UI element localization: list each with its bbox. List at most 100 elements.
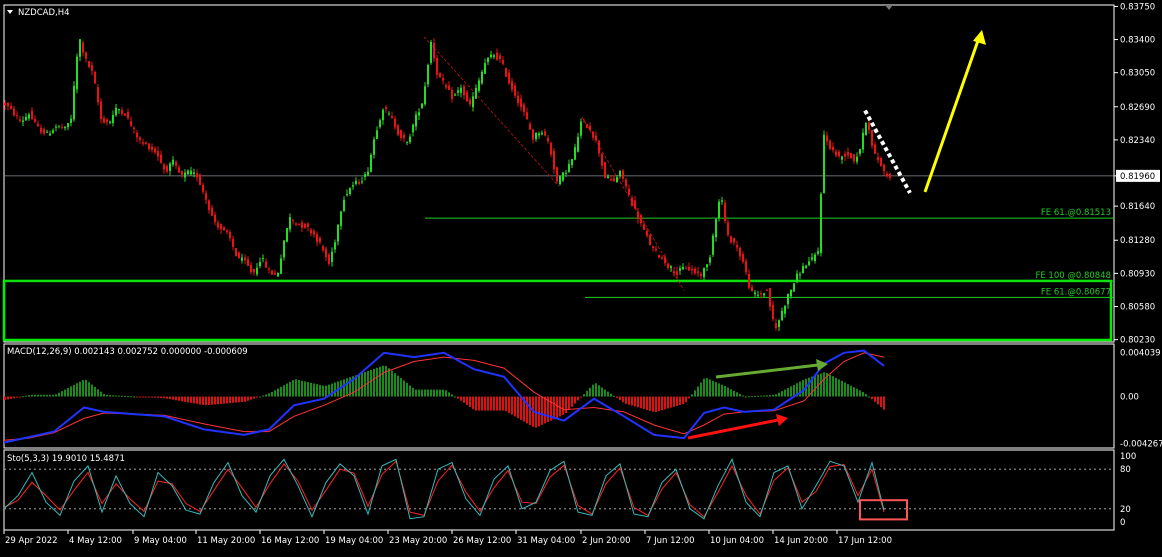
macd-histogram-bar[interactable] [571, 396, 573, 407]
macd-histogram-bar[interactable] [598, 385, 600, 397]
price-candle[interactable] [64, 126, 66, 129]
macd-histogram-bar[interactable] [79, 381, 81, 397]
price-candle[interactable] [4, 103, 6, 106]
macd-histogram-bar[interactable] [847, 384, 849, 397]
price-candle[interactable] [298, 223, 300, 226]
macd-histogram-bar[interactable] [151, 396, 153, 398]
price-candle[interactable] [664, 257, 666, 264]
price-candle[interactable] [322, 246, 324, 251]
price-candle[interactable] [607, 176, 609, 178]
price-candle[interactable] [868, 122, 870, 131]
macd-panel[interactable] [3, 349, 885, 444]
price-candle[interactable] [19, 119, 21, 121]
macd-histogram-bar[interactable] [118, 395, 120, 397]
price-candle[interactable] [214, 214, 216, 223]
macd-histogram-bar[interactable] [394, 373, 396, 397]
macd-histogram-bar[interactable] [142, 396, 144, 398]
price-candle[interactable] [58, 125, 60, 127]
price-candle[interactable] [91, 65, 93, 71]
price-candle[interactable] [451, 89, 453, 99]
macd-histogram-bar[interactable] [808, 377, 810, 397]
macd-histogram-bar[interactable] [769, 395, 771, 397]
macd-histogram-bar[interactable] [292, 380, 294, 397]
macd-histogram-bar[interactable] [799, 381, 801, 397]
macd-histogram-bar[interactable] [499, 396, 501, 411]
macd-histogram-bar[interactable] [391, 370, 393, 397]
macd-histogram-bar[interactable] [157, 396, 159, 398]
price-candle[interactable] [517, 95, 519, 104]
macd-histogram-bar[interactable] [664, 396, 666, 410]
macd-histogram-bar[interactable] [316, 384, 318, 397]
price-candle[interactable] [34, 119, 36, 122]
macd-histogram-bar[interactable] [241, 396, 243, 403]
price-candle[interactable] [634, 200, 636, 209]
macd-histogram-bar[interactable] [589, 387, 591, 397]
price-candle[interactable] [163, 164, 165, 170]
price-candle[interactable] [619, 171, 621, 176]
macd-histogram-bar[interactable] [154, 396, 156, 398]
price-candle[interactable] [622, 170, 624, 179]
price-candle[interactable] [436, 58, 438, 75]
macd-histogram-bar[interactable] [277, 388, 279, 397]
macd-histogram-bar[interactable] [139, 396, 141, 398]
price-candle[interactable] [292, 219, 294, 221]
price-candle[interactable] [331, 251, 333, 263]
price-candle[interactable] [316, 234, 318, 242]
macd-histogram-bar[interactable] [232, 396, 234, 403]
price-candle[interactable] [565, 172, 567, 174]
macd-histogram-bar[interactable] [772, 394, 774, 397]
price-candle[interactable] [766, 289, 768, 291]
macd-histogram-bar[interactable] [22, 396, 24, 398]
macd-histogram-bar[interactable] [694, 390, 696, 397]
macd-histogram-bar[interactable] [724, 386, 726, 397]
macd-histogram-bar[interactable] [163, 396, 165, 399]
macd-histogram-bar[interactable] [844, 382, 846, 397]
price-candle[interactable] [586, 124, 588, 128]
macd-histogram-bar[interactable] [691, 394, 693, 397]
price-candle[interactable] [373, 139, 375, 155]
macd-histogram-bar[interactable] [505, 396, 507, 412]
macd-histogram-bar[interactable] [187, 396, 189, 403]
price-candle[interactable] [139, 137, 141, 140]
macd-histogram-bar[interactable] [88, 382, 90, 397]
price-candle[interactable] [220, 223, 222, 230]
macd-histogram-bar[interactable] [247, 396, 249, 401]
price-candle[interactable] [88, 61, 90, 67]
price-candle[interactable] [355, 180, 357, 184]
price-candle[interactable] [145, 142, 147, 145]
macd-histogram-bar[interactable] [775, 394, 777, 397]
macd-histogram-bar[interactable] [445, 390, 447, 397]
macd-histogram-bar[interactable] [10, 396, 12, 399]
macd-histogram-bar[interactable] [643, 396, 645, 410]
macd-histogram-bar[interactable] [880, 396, 882, 408]
macd-histogram-bar[interactable] [40, 394, 42, 397]
price-candle[interactable] [784, 305, 786, 314]
price-candle[interactable] [778, 320, 780, 328]
price-candle[interactable] [856, 156, 858, 162]
price-candle[interactable] [628, 188, 630, 195]
price-candle[interactable] [430, 41, 432, 63]
macd-histogram-bar[interactable] [856, 388, 858, 397]
price-candle[interactable] [559, 175, 561, 185]
price-candle[interactable] [736, 245, 738, 248]
price-candle[interactable] [265, 261, 267, 268]
price-candle[interactable] [40, 127, 42, 133]
price-candle[interactable] [505, 68, 507, 77]
macd-histogram-bar[interactable] [763, 395, 765, 397]
macd-histogram-bar[interactable] [853, 387, 855, 397]
price-candle[interactable] [694, 268, 696, 274]
price-candle[interactable] [718, 201, 720, 219]
macd-histogram-bar[interactable] [628, 396, 630, 405]
price-candle[interactable] [832, 146, 834, 150]
price-candle[interactable] [268, 268, 270, 270]
price-candle[interactable] [184, 172, 186, 178]
macd-histogram-bar[interactable] [145, 396, 147, 398]
triangle-down-icon[interactable] [7, 10, 13, 14]
macd-histogram-bar[interactable] [766, 395, 768, 397]
price-candle[interactable] [463, 86, 465, 96]
price-candle[interactable] [358, 181, 360, 184]
macd-histogram-bar[interactable] [829, 374, 831, 397]
price-candle[interactable] [70, 118, 72, 123]
macd-histogram-bar[interactable] [718, 383, 720, 397]
macd-histogram-bar[interactable] [4, 396, 6, 401]
